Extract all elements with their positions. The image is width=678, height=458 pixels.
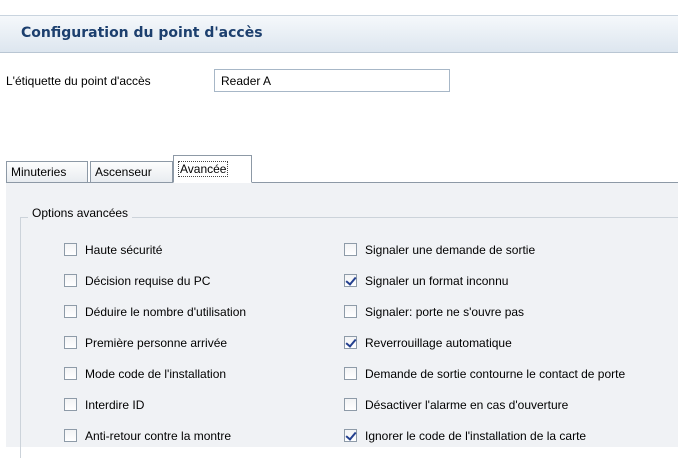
checkbox-label: Signaler une demande de sortie: [365, 243, 536, 257]
checkbox[interactable]: [64, 305, 77, 319]
tab-minuteries[interactable]: Minuteries: [6, 161, 88, 183]
checkbox[interactable]: [64, 243, 77, 257]
right-option-5[interactable]: Demande de sortie contourne le contact d…: [344, 366, 625, 384]
checkbox-label: Reverrouillage automatique: [365, 336, 512, 350]
access-point-name-input[interactable]: [214, 69, 450, 92]
checkbox[interactable]: [344, 367, 357, 381]
right-option-7[interactable]: Ignorer le code de l'installation de la …: [344, 428, 586, 446]
left-option-3[interactable]: Déduire le nombre d'utilisation: [64, 304, 246, 322]
checkbox[interactable]: [64, 429, 77, 443]
access-point-label: L'étiquette du point d'accès: [6, 74, 151, 88]
left-option-4[interactable]: Première personne arrivée: [64, 335, 227, 353]
tab-content-panel: Options avancées Haute sécurité Décision …: [6, 183, 678, 458]
page-title: Configuration du point d'accès: [21, 25, 263, 41]
checkbox-label: Interdire ID: [85, 398, 145, 412]
checkbox[interactable]: [64, 336, 77, 350]
checkbox-label: Désactiver l'alarme en cas d'ouverture: [365, 398, 569, 412]
right-option-3[interactable]: Signaler: porte ne s'ouvre pas: [344, 304, 524, 322]
checkbox[interactable]: [344, 274, 357, 288]
tab-ascenseur[interactable]: Ascenseur: [90, 161, 173, 183]
left-option-2[interactable]: Décision requise du PC: [64, 273, 210, 291]
checkbox-label: Haute sécurité: [85, 243, 163, 257]
right-option-1[interactable]: Signaler une demande de sortie: [344, 242, 535, 260]
checkbox[interactable]: [344, 243, 357, 257]
checkbox-label: Anti-retour contre la montre: [85, 429, 232, 443]
checkbox[interactable]: [344, 429, 357, 443]
checkbox-label: Signaler: porte ne s'ouvre pas: [365, 305, 525, 319]
left-option-7[interactable]: Anti-retour contre la montre: [64, 428, 231, 446]
checkbox-label: Demande de sortie contourne le contact d…: [365, 367, 626, 381]
tab-avancee-label: Avancée: [178, 161, 229, 177]
checkbox[interactable]: [344, 336, 357, 350]
group-title: Options avancées: [28, 206, 133, 220]
right-option-2[interactable]: Signaler un format inconnu: [344, 273, 508, 291]
left-option-1[interactable]: Haute sécurité: [64, 242, 162, 260]
checkbox-label: Décision requise du PC: [85, 274, 211, 288]
right-option-4[interactable]: Reverrouillage automatique: [344, 335, 512, 353]
tab-avancee[interactable]: Avancée: [173, 155, 252, 183]
checkbox[interactable]: [64, 367, 77, 381]
checkbox[interactable]: [344, 398, 357, 412]
checkbox[interactable]: [64, 398, 77, 412]
checkbox[interactable]: [64, 274, 77, 288]
right-option-6[interactable]: Désactiver l'alarme en cas d'ouverture: [344, 397, 568, 415]
left-option-5[interactable]: Mode code de l'installation: [64, 366, 226, 384]
checkbox-label: Ignorer le code de l'installation de la …: [365, 429, 587, 443]
checkbox-label: Déduire le nombre d'utilisation: [85, 305, 247, 319]
checkbox-label: Signaler un format inconnu: [365, 274, 509, 288]
checkbox-label: Première personne arrivée: [85, 336, 228, 350]
checkbox[interactable]: [344, 305, 357, 319]
panel-header: Configuration du point d'accès: [0, 15, 678, 53]
checkbox-label: Mode code de l'installation: [85, 367, 227, 381]
tab-bar: Minuteries Ascenseur Avancée: [6, 153, 678, 183]
left-option-6[interactable]: Interdire ID: [64, 397, 144, 415]
